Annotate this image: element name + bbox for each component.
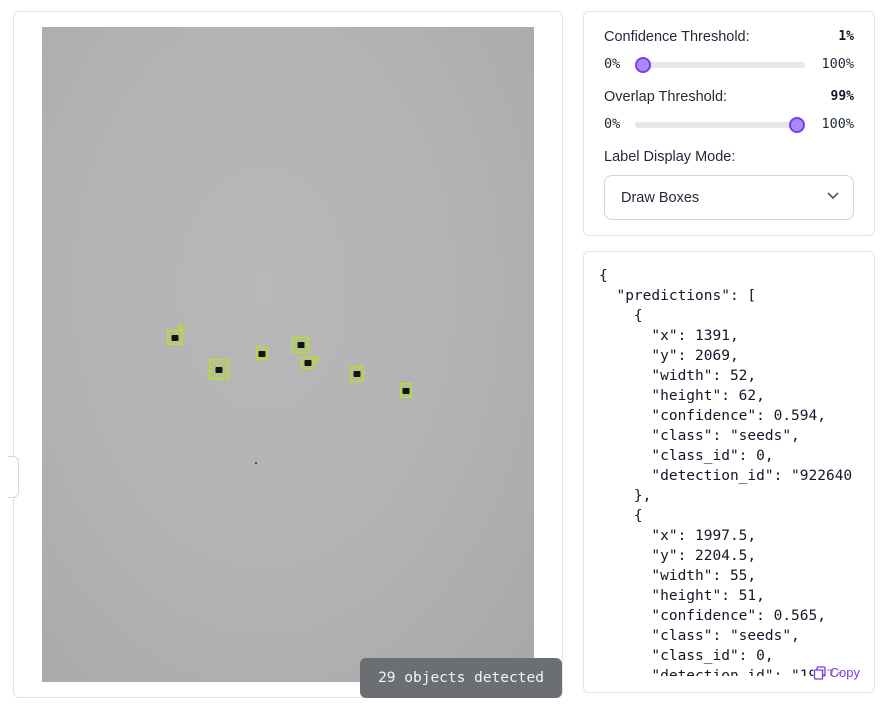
label-display-mode-select[interactable]: Draw Boxes — [604, 175, 854, 220]
copy-label: Copy — [829, 665, 860, 680]
json-output: { "predictions": [ { "x": 1391, "y": 206… — [599, 268, 853, 676]
copy-icon — [813, 665, 826, 680]
confidence-min-label: 0% — [604, 56, 621, 72]
overlap-slider[interactable] — [635, 117, 806, 133]
seed-mark — [402, 387, 410, 394]
seed-mark — [297, 342, 304, 348]
speck — [255, 462, 257, 464]
detection-box — [256, 347, 268, 360]
detection-box — [350, 366, 364, 382]
image-panel — [8, 11, 563, 698]
detection-box — [400, 383, 412, 398]
confidence-slider-thumb[interactable] — [634, 57, 651, 73]
copy-button[interactable]: Copy — [812, 665, 860, 680]
json-output-panel: { "predictions": [ { "x": 1391, "y": 206… — [583, 251, 875, 693]
seed-mark — [258, 350, 266, 357]
detection-box — [209, 359, 229, 380]
detection-box — [313, 357, 318, 364]
seed-mark — [171, 334, 179, 341]
overlap-threshold-label: Overlap Threshold: — [604, 89, 728, 105]
overlap-max-label: 100% — [821, 116, 854, 132]
seed-mark — [353, 371, 361, 377]
detection-box — [178, 324, 183, 330]
overlap-slider-thumb[interactable] — [789, 117, 806, 133]
seed-mark — [215, 366, 223, 373]
confidence-threshold-value: 1% — [838, 29, 854, 44]
confidence-threshold-label: Confidence Threshold: — [604, 29, 750, 45]
label-display-mode-label: Label Display Mode: — [604, 149, 736, 165]
inference-image — [42, 27, 534, 682]
detection-box — [292, 337, 309, 353]
controls-panel: Confidence Threshold: 1% 0% 100% Overlap… — [583, 11, 875, 236]
confidence-max-label: 100% — [821, 56, 854, 72]
detection-box — [167, 330, 183, 345]
objects-detected-badge: 29 objects detected — [360, 658, 562, 698]
label-display-mode-value: Draw Boxes — [621, 189, 700, 206]
chevron-down-icon — [827, 192, 839, 200]
overlap-min-label: 0% — [604, 116, 621, 132]
seed-mark — [304, 360, 311, 366]
confidence-slider[interactable] — [634, 57, 805, 73]
overlap-threshold-value: 99% — [830, 89, 854, 104]
collapse-handle[interactable] — [8, 456, 19, 498]
